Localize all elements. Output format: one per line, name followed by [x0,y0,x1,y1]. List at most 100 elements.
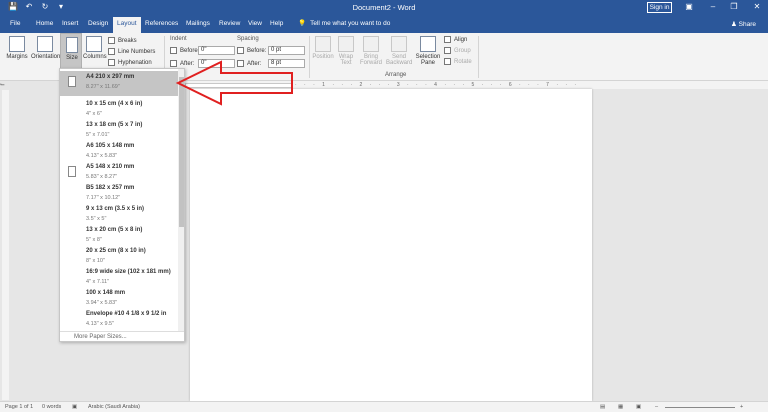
breaks-label: Breaks [118,37,137,44]
tab-home[interactable]: Home [36,20,53,27]
group-label: Group [454,47,471,54]
breaks-icon [108,37,115,44]
size-button[interactable]: Size [60,33,82,73]
tab-references[interactable]: References [145,20,178,27]
arrange-group-label: Arrange [385,72,407,78]
tab-review[interactable]: Review [219,20,240,27]
rotate-button[interactable]: Rotate [444,58,472,65]
ruler-tab-selector[interactable]: ⌙ [0,81,10,89]
paper-size-name: 13 x 20 cm (5 x 8 in) [86,227,143,233]
person-icon: ♟ [731,21,737,28]
size-inner: Size [63,37,81,61]
align-button[interactable]: Align [444,36,467,43]
margins-button[interactable]: Margins [5,36,29,60]
indent-after-input[interactable]: 0" [198,59,235,68]
language-status[interactable]: Arabic (Saudi Arabia) [88,404,140,410]
paper-size-envelope-10[interactable]: Envelope #10 4 1/8 x 9 1/2 in 4.13" x 9.… [60,308,178,333]
minimize-icon[interactable]: – [707,2,719,11]
columns-button[interactable]: Columns [83,36,107,60]
bring-forward-icon [363,36,379,52]
line-numbers-button[interactable]: Line Numbers [108,48,155,55]
spacing-after-input[interactable]: 8 pt [268,59,305,68]
status-bar: Page 1 of 1 0 words ▣ Arabic (Saudi Arab… [0,401,768,412]
bring-forward-button[interactable]: Bring Forward [359,36,383,66]
tab-file[interactable]: File [10,20,20,27]
wrap-text-label: Wrap Text [338,54,354,66]
tab-view[interactable]: View [248,20,262,27]
sign-in-button[interactable]: Sign in [647,2,672,13]
margins-label: Margins [6,54,28,60]
ruler-margin-area [185,83,293,88]
share-button[interactable]: ♟ Share [731,20,756,28]
proofing-icon[interactable]: ▣ [72,404,77,410]
group-button[interactable]: Group [444,47,471,54]
paper-size-name: 20 x 25 cm (8 x 10 in) [86,248,146,254]
position-label: Position [312,54,334,60]
paper-size-dims: 8" x 10" [86,258,105,264]
margins-icon [9,36,25,52]
hyphenation-button[interactable]: Hyphenation [108,59,152,66]
tab-layout[interactable]: Layout [113,17,141,33]
paper-size-dims: 5" x 8" [86,237,102,243]
paper-size-a4[interactable]: A4 210 x 297 mm 8.27" x 11.69" [60,71,178,96]
spacing-after-text: After: [247,60,262,67]
paper-size-dims: 3.94" x 5.83" [86,300,118,306]
send-backward-icon [391,36,407,52]
columns-icon [86,36,102,52]
read-mode-icon[interactable]: ▦ [618,404,623,410]
share-label: Share [738,21,756,28]
page-size-icon [66,37,78,53]
document-page[interactable] [190,89,592,401]
zoom-in-icon[interactable]: + [740,404,743,410]
position-icon [315,36,331,52]
word-count[interactable]: 0 words [42,404,61,410]
indent-group-label: Indent [170,36,187,42]
vertical-ruler[interactable] [2,90,9,400]
tab-help[interactable]: Help [270,20,283,27]
hyphenation-label: Hyphenation [118,59,152,66]
tell-me-text: Tell me what you want to do [310,19,391,27]
align-icon [444,36,451,43]
paper-size-name: 13 x 18 cm (5 x 7 in) [86,122,143,128]
spacing-before-text: Before: [247,47,267,54]
focus-mode-icon[interactable]: ▤ [600,404,605,410]
paper-size-name: 9 x 13 cm (3.5 x 5 in) [86,206,145,212]
indent-before-input[interactable]: 0" [198,46,235,55]
tab-mailings[interactable]: Mailings [186,20,210,27]
indent-after-text: After: [180,60,195,67]
paper-size-name: A5 148 x 210 mm [86,164,135,170]
horizontal-ruler[interactable]: · · · 1 · · · 2 · · · 3 · · · 4 · · · 5 … [185,81,768,89]
scrollbar-thumb[interactable] [179,77,184,227]
breaks-button[interactable]: Breaks [108,37,137,44]
spacing-group-label: Spacing [237,36,259,42]
ribbon-display-icon[interactable]: ▣ [683,2,695,11]
close-icon[interactable]: ✕ [751,2,763,11]
bring-forward-label: Bring Forward [359,54,382,66]
send-backward-button[interactable]: Send Backward [386,36,412,66]
paper-size-name: 100 x 148 mm [86,290,126,296]
wrap-text-button[interactable]: Wrap Text [336,36,356,66]
orientation-button[interactable]: Orientation [31,36,61,60]
orientation-icon [37,36,53,52]
paper-size-name: B5 182 x 257 mm [86,185,135,191]
tab-insert[interactable]: Insert [62,20,78,27]
orientation-label: Orientation [31,54,61,60]
spacing-before-input[interactable]: 0 pt [268,46,305,55]
hyphenation-icon [108,59,115,66]
page-count[interactable]: Page 1 of 1 [5,404,33,410]
selection-pane-button[interactable]: Selection Pane [414,36,442,66]
size-label: Size [66,55,78,61]
print-layout-icon[interactable]: ▣ [636,404,641,410]
paper-size-name: A6 105 x 148 mm [86,143,135,149]
position-button[interactable]: Position [311,36,335,60]
tell-me-box[interactable]: 💡 Tell me what you want to do [298,19,391,28]
more-paper-sizes-link[interactable]: More Paper Sizes... [60,331,184,341]
paper-size-dropdown: A4 210 x 297 mm 8.27" x 11.69" 10 x 15 c… [59,68,185,342]
paper-size-dims: 5" x 7.01" [86,132,110,138]
restore-icon[interactable]: ❐ [728,2,740,11]
zoom-slider[interactable] [665,407,735,408]
dropdown-scrollbar[interactable] [178,69,184,331]
zoom-out-icon[interactable]: – [655,404,658,410]
indent-left-icon [170,47,177,54]
tab-design[interactable]: Design [88,20,108,27]
